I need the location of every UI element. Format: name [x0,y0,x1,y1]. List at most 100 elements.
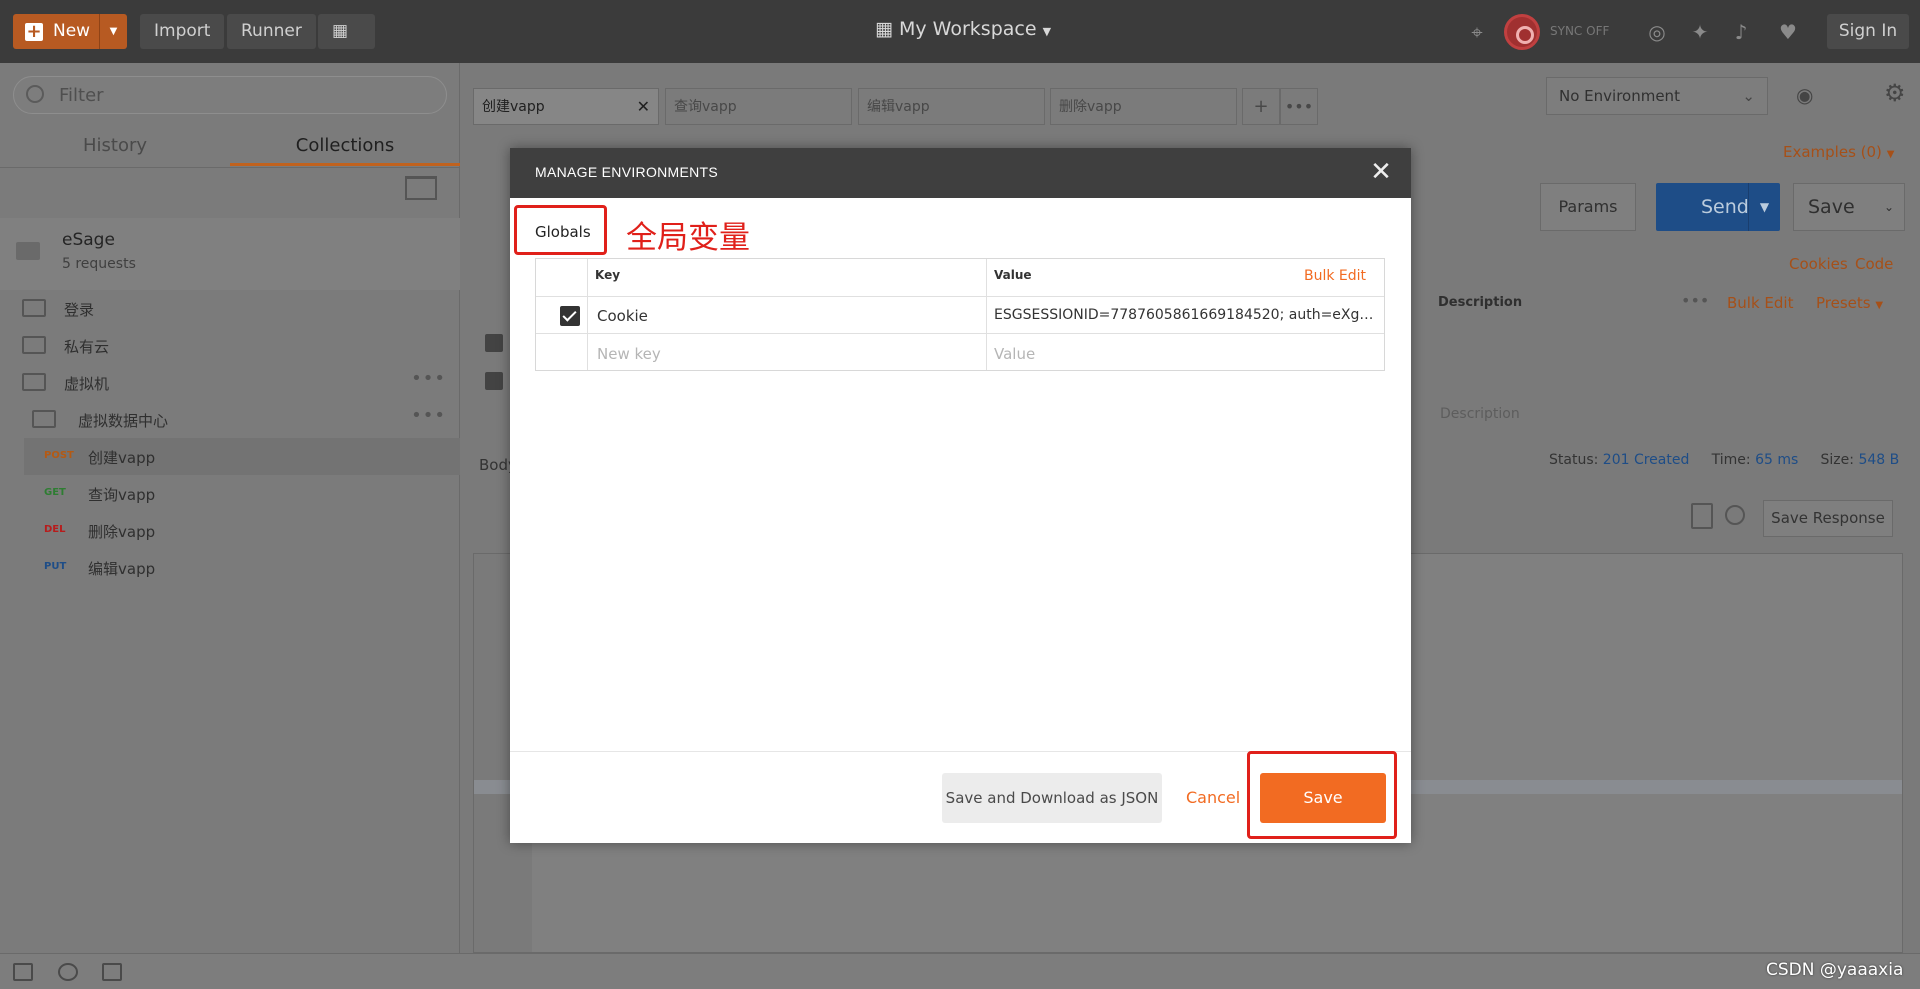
response-meta: Status: 201 Created Time: 65 ms Size: 54… [1549,452,1899,468]
save-download-json-button[interactable]: Save and Download as JSON [942,773,1162,823]
chevron-down-icon[interactable]: ▼ [1748,183,1780,231]
sidebar-toggle-icon[interactable] [13,963,33,981]
variable-key[interactable]: Cookie [597,307,648,325]
bulk-edit-link[interactable]: Bulk Edit [1727,294,1793,312]
status-value: 201 Created [1602,452,1690,468]
plus-icon: + [25,21,43,42]
annotation-text: 全局变量 [626,220,750,256]
import-button[interactable]: Import [140,14,225,49]
globals-tab[interactable]: Globals [535,223,591,241]
save-label: Save [1808,196,1855,218]
params-button[interactable]: Params [1540,183,1636,231]
subfolder-item[interactable]: 虚拟数据中心 ••• [0,401,460,438]
request-tab[interactable]: 创建vapp ✕ [473,88,659,125]
description-placeholder: Description [1440,406,1520,422]
time-label: Time: [1711,452,1751,468]
new-value-input[interactable]: Value [994,345,1035,363]
folder-open-icon [32,410,56,428]
request-item[interactable]: GET 查询vapp [24,475,460,512]
request-item[interactable]: DEL 删除vapp [24,512,460,549]
folder-label: 虚拟机 [64,375,110,393]
runner-button[interactable]: Runner [227,14,316,49]
heart-icon[interactable]: ♥ [1776,20,1800,44]
environment-select[interactable]: No Environment ⌄ [1546,77,1768,115]
checkbox[interactable] [485,372,503,390]
cookies-link[interactable]: Cookies [1789,255,1848,273]
new-button[interactable]: + New ▼ [13,14,127,49]
search-icon[interactable] [1725,505,1745,525]
environment-value: No Environment [1559,87,1680,105]
examples-link[interactable]: Examples (0) ▼ [1783,143,1894,161]
sign-in-button[interactable]: Sign In [1827,14,1909,49]
chevron-down-icon[interactable]: ▼ [99,14,127,49]
eye-icon[interactable]: ◉ [1796,83,1826,109]
time-value: 65 ms [1755,452,1799,468]
chevron-down-icon[interactable]: ⌄ [1884,184,1894,230]
top-bar: + New ▼ Import Runner ▦ ▦ My Workspace ▼… [0,0,1920,63]
size-label: Size: [1820,452,1854,468]
variable-value[interactable]: ESGSESSIONID=7787605861669184520; auth=e… [994,307,1382,323]
sync-icon[interactable] [1504,14,1540,50]
folder-item[interactable]: 私有云 [0,327,460,364]
row-divider [536,296,1384,297]
request-tab[interactable]: 删除vapp [1050,88,1237,125]
tab-collections[interactable]: Collections [230,126,460,166]
wrench-icon[interactable]: ✦ [1688,20,1712,44]
close-icon[interactable]: ✕ [1367,158,1395,186]
new-collection-icon[interactable] [405,176,437,200]
globe-icon[interactable]: ◎ [1645,20,1669,44]
collection-item[interactable]: eSage 5 requests [0,218,460,290]
checkbox[interactable] [485,334,503,352]
presets-dropdown[interactable]: Presets ▼ [1816,294,1883,312]
save-request-button[interactable]: Save ⌄ [1793,183,1905,231]
new-window-button[interactable]: ▦ [318,14,375,49]
close-icon[interactable]: ✕ [637,89,650,125]
collection-count: 5 requests [62,256,136,272]
workspace-switcher[interactable]: ▦ My Workspace ▼ [875,18,1051,40]
copy-icon[interactable] [1691,503,1713,529]
request-label: 创建vapp [88,449,156,467]
request-tab[interactable]: 查询vapp [665,88,852,125]
modal-header: MANAGE ENVIRONMENTS ✕ [510,148,1411,198]
cancel-button[interactable]: Cancel [1186,788,1240,807]
collection-name: eSage [62,230,115,250]
new-label: New [53,21,91,41]
presets-label: Presets [1816,294,1871,312]
bell-icon[interactable]: ♪ [1729,20,1753,44]
add-tab-icon[interactable]: + [1242,88,1280,125]
save-response-button[interactable]: Save Response [1763,500,1893,537]
folder-item[interactable]: 虚拟机 ••• [0,364,460,401]
new-window-icon: ▦ [332,21,349,41]
row-divider [536,333,1384,334]
folder-label: 私有云 [64,338,110,356]
folder-item[interactable]: 登录 [0,290,460,327]
chevron-down-icon: ⌄ [1742,87,1755,105]
workspace-label: My Workspace [899,18,1037,40]
enabled-checkbox[interactable] [560,306,580,326]
request-item[interactable]: POST 创建vapp [24,438,460,475]
more-icon[interactable]: ••• [411,368,446,389]
console-icon[interactable] [102,963,122,981]
caret-down-icon: ▼ [1875,300,1884,311]
more-icon[interactable]: ••• [1681,291,1709,310]
description-header: Description [1438,295,1523,310]
request-tab[interactable]: 编辑vapp [858,88,1045,125]
request-item[interactable]: PUT 编辑vapp [24,549,460,586]
more-icon[interactable]: ••• [411,405,446,426]
send-label: Send [1701,196,1749,218]
new-key-input[interactable]: New key [597,345,661,363]
code-link[interactable]: Code [1855,255,1893,273]
gear-icon[interactable]: ⚙ [1884,79,1914,109]
bulk-edit-link[interactable]: Bulk Edit [1304,268,1366,284]
status-bar [0,953,1920,989]
size-value: 548 B [1858,452,1900,468]
search-icon[interactable] [58,963,78,981]
more-icon[interactable]: ••• [1280,88,1318,125]
satellite-icon[interactable]: ⌖ [1465,20,1489,44]
save-button[interactable]: Save [1260,773,1386,823]
send-button[interactable]: Send ▼ [1656,183,1780,231]
sidebar: Filter History Collections eSage 5 reque… [0,63,460,953]
method-badge: PUT [44,561,67,572]
tab-history[interactable]: History [0,126,230,166]
filter-input[interactable]: Filter [13,76,447,114]
